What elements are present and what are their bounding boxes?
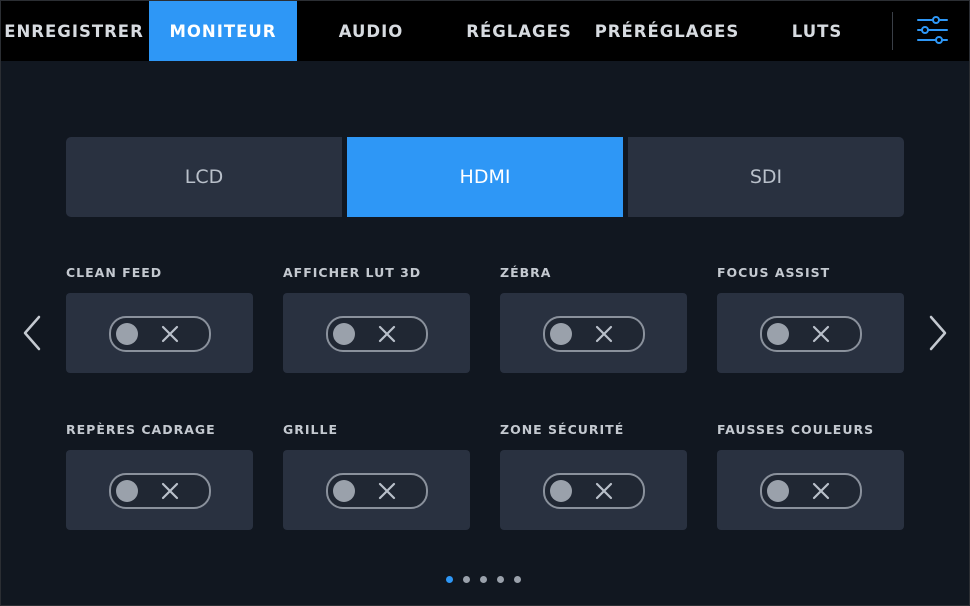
setting-card-fausses-couleurs (717, 450, 904, 530)
page-dot-3[interactable] (480, 576, 487, 583)
setting-label-reperes-cadrage: REPÈRES CADRAGE (66, 422, 216, 437)
output-lcd[interactable]: LCD (66, 137, 342, 217)
chevron-left-icon (23, 315, 41, 351)
off-x-icon (812, 325, 830, 343)
clean-feed-toggle[interactable] (109, 316, 211, 352)
setting-card-afficher-lut-3d (283, 293, 470, 373)
off-x-icon (812, 482, 830, 500)
previous-page-button[interactable] (17, 311, 47, 355)
setting-label-grille: GRILLE (283, 422, 339, 437)
setting-card-grille (283, 450, 470, 530)
page-dot-5[interactable] (514, 576, 521, 583)
toggle-knob (333, 323, 355, 345)
sliders-icon (917, 16, 948, 44)
afficher-lut-3d-toggle[interactable] (326, 316, 428, 352)
zebra-toggle[interactable] (543, 316, 645, 352)
monitor-screen: ENREGISTRER MONITEUR AUDIO RÉGLAGES PRÉR… (1, 1, 969, 605)
chevron-right-icon (929, 315, 947, 351)
toggle-knob (116, 480, 138, 502)
top-navigation: ENREGISTRER MONITEUR AUDIO RÉGLAGES PRÉR… (1, 1, 969, 61)
fausses-couleurs-toggle[interactable] (760, 473, 862, 509)
off-x-icon (161, 325, 179, 343)
grille-toggle[interactable] (326, 473, 428, 509)
setting-label-clean-feed: CLEAN FEED (66, 265, 163, 280)
page-dot-4[interactable] (497, 576, 504, 583)
tab-enregistrer[interactable]: ENREGISTRER (1, 1, 147, 61)
toggle-knob (550, 480, 572, 502)
setting-label-zone-securite: ZONE SÉCURITÉ (500, 422, 625, 437)
toggle-knob (333, 480, 355, 502)
toggle-knob (767, 480, 789, 502)
tab-audio[interactable]: AUDIO (301, 1, 441, 61)
off-x-icon (378, 325, 396, 343)
off-x-icon (378, 482, 396, 500)
setting-label-focus-assist: FOCUS ASSIST (717, 265, 831, 280)
output-hdmi[interactable]: HDMI (347, 137, 623, 217)
off-x-icon (595, 325, 613, 343)
next-page-button[interactable] (923, 311, 953, 355)
off-x-icon (595, 482, 613, 500)
tab-moniteur[interactable]: MONITEUR (149, 1, 297, 61)
menu-divider (892, 12, 893, 50)
toggle-knob (550, 323, 572, 345)
setting-card-reperes-cadrage (66, 450, 253, 530)
setting-label-zebra: ZÉBRA (500, 265, 552, 280)
off-x-icon (161, 482, 179, 500)
menu-button[interactable] (906, 6, 960, 56)
tab-prereglages[interactable]: PRÉRÉGLAGES (591, 1, 743, 61)
setting-label-afficher-lut-3d: AFFICHER LUT 3D (283, 265, 422, 280)
focus-assist-toggle[interactable] (760, 316, 862, 352)
tab-luts[interactable]: LUTS (753, 1, 881, 61)
reperes-cadrage-toggle[interactable] (109, 473, 211, 509)
setting-card-clean-feed (66, 293, 253, 373)
setting-card-focus-assist (717, 293, 904, 373)
setting-label-fausses-couleurs: FAUSSES COULEURS (717, 422, 875, 437)
toggle-knob (116, 323, 138, 345)
setting-card-zebra (500, 293, 687, 373)
setting-card-zone-securite (500, 450, 687, 530)
output-sdi[interactable]: SDI (628, 137, 904, 217)
tab-reglages[interactable]: RÉGLAGES (449, 1, 589, 61)
toggle-knob (767, 323, 789, 345)
zone-securite-toggle[interactable] (543, 473, 645, 509)
page-indicator (446, 576, 526, 586)
page-dot-2[interactable] (463, 576, 470, 583)
page-dot-1[interactable] (446, 576, 453, 583)
